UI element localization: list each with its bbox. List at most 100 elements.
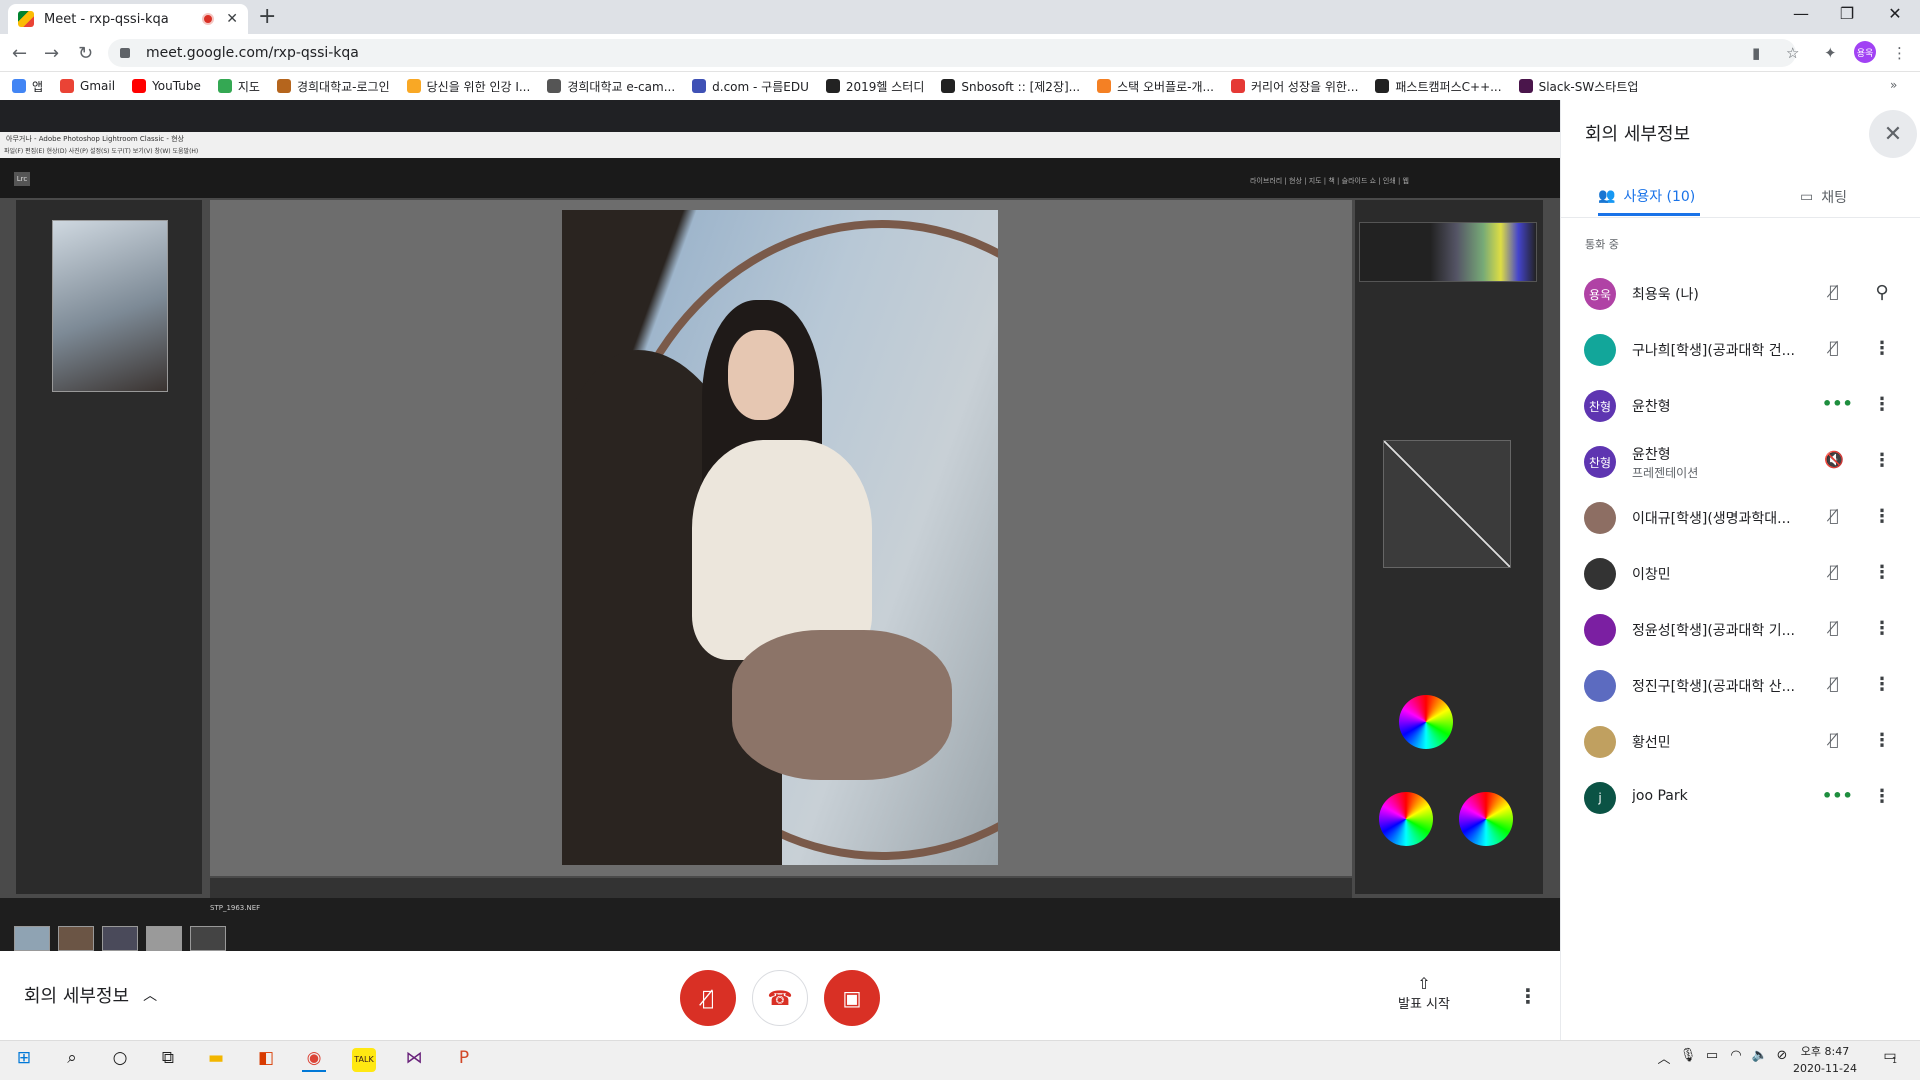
visual-studio-icon[interactable]: ⋈ xyxy=(402,1048,426,1072)
mic-off-icon[interactable]: 🎙̸ xyxy=(1822,674,1846,698)
bookmark-item[interactable]: Gmail xyxy=(60,79,115,93)
notification-icon[interactable]: ▭ 1 xyxy=(1878,1048,1902,1072)
tab-people[interactable]: 👥 사용자 (10) xyxy=(1598,178,1700,216)
more-options-icon[interactable]: ⋮ xyxy=(1518,984,1538,1008)
participant-row[interactable]: 이대규[학생](생명과학대... 🎙̸ ⋮ xyxy=(1560,490,1920,546)
extensions-icon[interactable]: ✦ xyxy=(1824,44,1837,62)
more-vert-icon[interactable]: ⋮ xyxy=(1870,394,1894,418)
participant-row[interactable]: 정진구[학생](공과대학 산... 🎙̸ ⋮ xyxy=(1560,658,1920,714)
bookmark-item[interactable]: 패스트캠퍼스C++... xyxy=(1375,78,1502,95)
file-explorer-icon[interactable]: ▬ xyxy=(204,1048,228,1072)
bookmark-item[interactable]: Snbosoft :: [제2장]... xyxy=(941,78,1080,95)
wifi-icon[interactable]: ◠ xyxy=(1724,1048,1748,1072)
camera-toggle-button[interactable]: ▣ xyxy=(824,970,880,1026)
mic-off-icon[interactable]: 🎙̸ xyxy=(1822,282,1846,306)
new-tab-icon[interactable]: + xyxy=(258,4,276,29)
bookmarks-overflow-icon[interactable]: » xyxy=(1890,78,1897,92)
bookmark-item[interactable]: 커리어 성장을 위한... xyxy=(1230,78,1358,95)
filmstrip-thumb[interactable] xyxy=(146,926,182,951)
bookmark-item[interactable]: d.com - 구름EDU xyxy=(692,78,809,95)
more-vert-icon[interactable]: ⋮ xyxy=(1870,450,1894,474)
participant-row[interactable]: 찬형 윤찬형 프레젠테이션 🔇 ⋮ xyxy=(1560,434,1920,490)
office-icon[interactable]: ◧ xyxy=(254,1048,278,1072)
task-view-icon[interactable]: ⧉ xyxy=(156,1048,180,1072)
back-icon[interactable]: ← xyxy=(12,43,27,64)
participant-row[interactable]: 찬형 윤찬형 ••• ⋮ xyxy=(1560,378,1920,434)
address-bar[interactable]: meet.google.com/rxp-qssi-kqa xyxy=(108,39,1796,67)
tray-mic-icon[interactable]: 🎙 xyxy=(1676,1048,1700,1072)
mic-off-icon[interactable]: 🎙̸ xyxy=(1822,730,1846,754)
participant-row[interactable]: 구나희[학생](공과대학 건... 🎙̸ ⋮ xyxy=(1560,322,1920,378)
more-vert-icon[interactable]: ⋮ xyxy=(1870,338,1894,362)
more-vert-icon[interactable]: ⋮ xyxy=(1870,674,1894,698)
bookmark-item[interactable]: Slack-SW스타트업 xyxy=(1518,78,1638,95)
reload-icon[interactable]: ↻ xyxy=(78,43,93,64)
participant-row[interactable]: 이창민 🎙̸ ⋮ xyxy=(1560,546,1920,602)
present-button[interactable]: ⇧ 발표 시작 xyxy=(1388,974,1460,1012)
mic-off-icon[interactable]: 🎙̸ xyxy=(1822,338,1846,362)
mic-off-icon[interactable]: 🎙̸ xyxy=(1822,562,1846,586)
bookmark-item[interactable]: 당신을 위한 인강 I... xyxy=(406,78,530,95)
tone-curve[interactable] xyxy=(1383,440,1511,568)
speaking-indicator-icon[interactable]: ••• xyxy=(1822,394,1853,418)
hangup-button[interactable]: ☎ xyxy=(752,970,808,1026)
lightroom-left-panel xyxy=(16,200,202,894)
bookmark-item[interactable]: 스택 오버플로-개... xyxy=(1097,78,1214,95)
filmstrip-thumb[interactable] xyxy=(102,926,138,951)
speaking-indicator-icon[interactable]: ••• xyxy=(1822,786,1853,810)
cortana-icon[interactable]: ○ xyxy=(108,1048,132,1072)
bookmark-item[interactable]: 지도 xyxy=(217,78,260,95)
participant-row[interactable]: 용욱 최용욱 (나) 🎙̸ ⚲ xyxy=(1560,266,1920,322)
chrome-menu-icon[interactable]: ⋮ xyxy=(1892,44,1907,62)
maximize-icon[interactable]: ❐ xyxy=(1824,4,1870,23)
start-icon[interactable]: ⊞ xyxy=(12,1048,36,1072)
bookmark-item[interactable]: 경희대학교 e-cam... xyxy=(547,78,675,95)
participant-row[interactable]: 황선민 🎙̸ ⋮ xyxy=(1560,714,1920,770)
kakaotalk-icon[interactable]: TALK xyxy=(352,1048,376,1072)
participant-avatar xyxy=(1584,614,1616,646)
participant-subtitle: 프레젠테이션 xyxy=(1632,466,1699,480)
more-vert-icon[interactable]: ⋮ xyxy=(1870,730,1894,754)
filmstrip-thumb[interactable] xyxy=(14,926,50,951)
filmstrip-filename: STP_1963.NEF xyxy=(210,904,261,912)
window-close-icon[interactable]: ✕ xyxy=(1872,4,1918,23)
more-vert-icon[interactable]: ⋮ xyxy=(1870,562,1894,586)
tray-chevron-icon[interactable]: ︿ xyxy=(1652,1048,1676,1072)
more-vert-icon[interactable]: ⋮ xyxy=(1870,786,1894,810)
mic-toggle-button[interactable]: 🎙̸ xyxy=(680,970,736,1026)
tab-close-icon[interactable]: ✕ xyxy=(226,11,238,27)
color-wheel-midtones[interactable] xyxy=(1399,695,1453,749)
mic-off-icon[interactable]: 🎙̸ xyxy=(1822,506,1846,530)
panel-close-icon[interactable]: ✕ xyxy=(1869,110,1917,158)
browser-tab[interactable]: Meet - rxp-qssi-kqa ✕ xyxy=(8,4,248,34)
volume-icon[interactable]: 🔈 xyxy=(1748,1048,1772,1072)
powerpoint-icon[interactable]: P xyxy=(452,1048,476,1072)
color-wheel-shadows[interactable] xyxy=(1379,792,1433,846)
meeting-details-button[interactable]: 회의 세부정보 ︿ xyxy=(24,982,157,1008)
mic-off-icon[interactable]: 🎙̸ xyxy=(1822,618,1846,642)
camera-indicator-icon[interactable]: ▮ xyxy=(1752,44,1760,62)
bookmark-item[interactable]: 경희대학교-로그인 xyxy=(276,78,390,95)
system-clock[interactable]: 오후 8:47 2020-11-24 xyxy=(1790,1043,1860,1077)
videocam-off-icon: ▣ xyxy=(842,986,862,1010)
forward-icon[interactable]: → xyxy=(44,43,59,64)
bookmark-item[interactable]: 앱 xyxy=(12,78,43,95)
filmstrip-thumb[interactable] xyxy=(190,926,226,951)
search-icon[interactable]: ⌕ xyxy=(60,1048,84,1072)
tab-chat[interactable]: ▭ 채팅 xyxy=(1800,178,1847,216)
pin-icon[interactable]: ⚲ xyxy=(1870,282,1894,306)
profile-avatar[interactable]: 용욱 xyxy=(1854,41,1876,63)
audio-off-icon[interactable]: 🔇 xyxy=(1822,450,1846,474)
battery-icon[interactable]: ▭ xyxy=(1700,1048,1724,1072)
participant-row[interactable]: j joo Park ••• ⋮ xyxy=(1560,770,1920,826)
bookmark-star-icon[interactable]: ☆ xyxy=(1786,44,1799,62)
bookmark-item[interactable]: YouTube xyxy=(132,79,201,93)
more-vert-icon[interactable]: ⋮ xyxy=(1870,506,1894,530)
more-vert-icon[interactable]: ⋮ xyxy=(1870,618,1894,642)
minimize-icon[interactable]: — xyxy=(1778,4,1824,23)
bookmark-item[interactable]: 2019헬 스터디 xyxy=(825,78,924,95)
color-wheel-highlights[interactable] xyxy=(1459,792,1513,846)
participant-row[interactable]: 정윤성[학생](공과대학 기... 🎙̸ ⋮ xyxy=(1560,602,1920,658)
chrome-icon[interactable]: ◉ xyxy=(302,1048,326,1072)
filmstrip-thumb[interactable] xyxy=(58,926,94,951)
